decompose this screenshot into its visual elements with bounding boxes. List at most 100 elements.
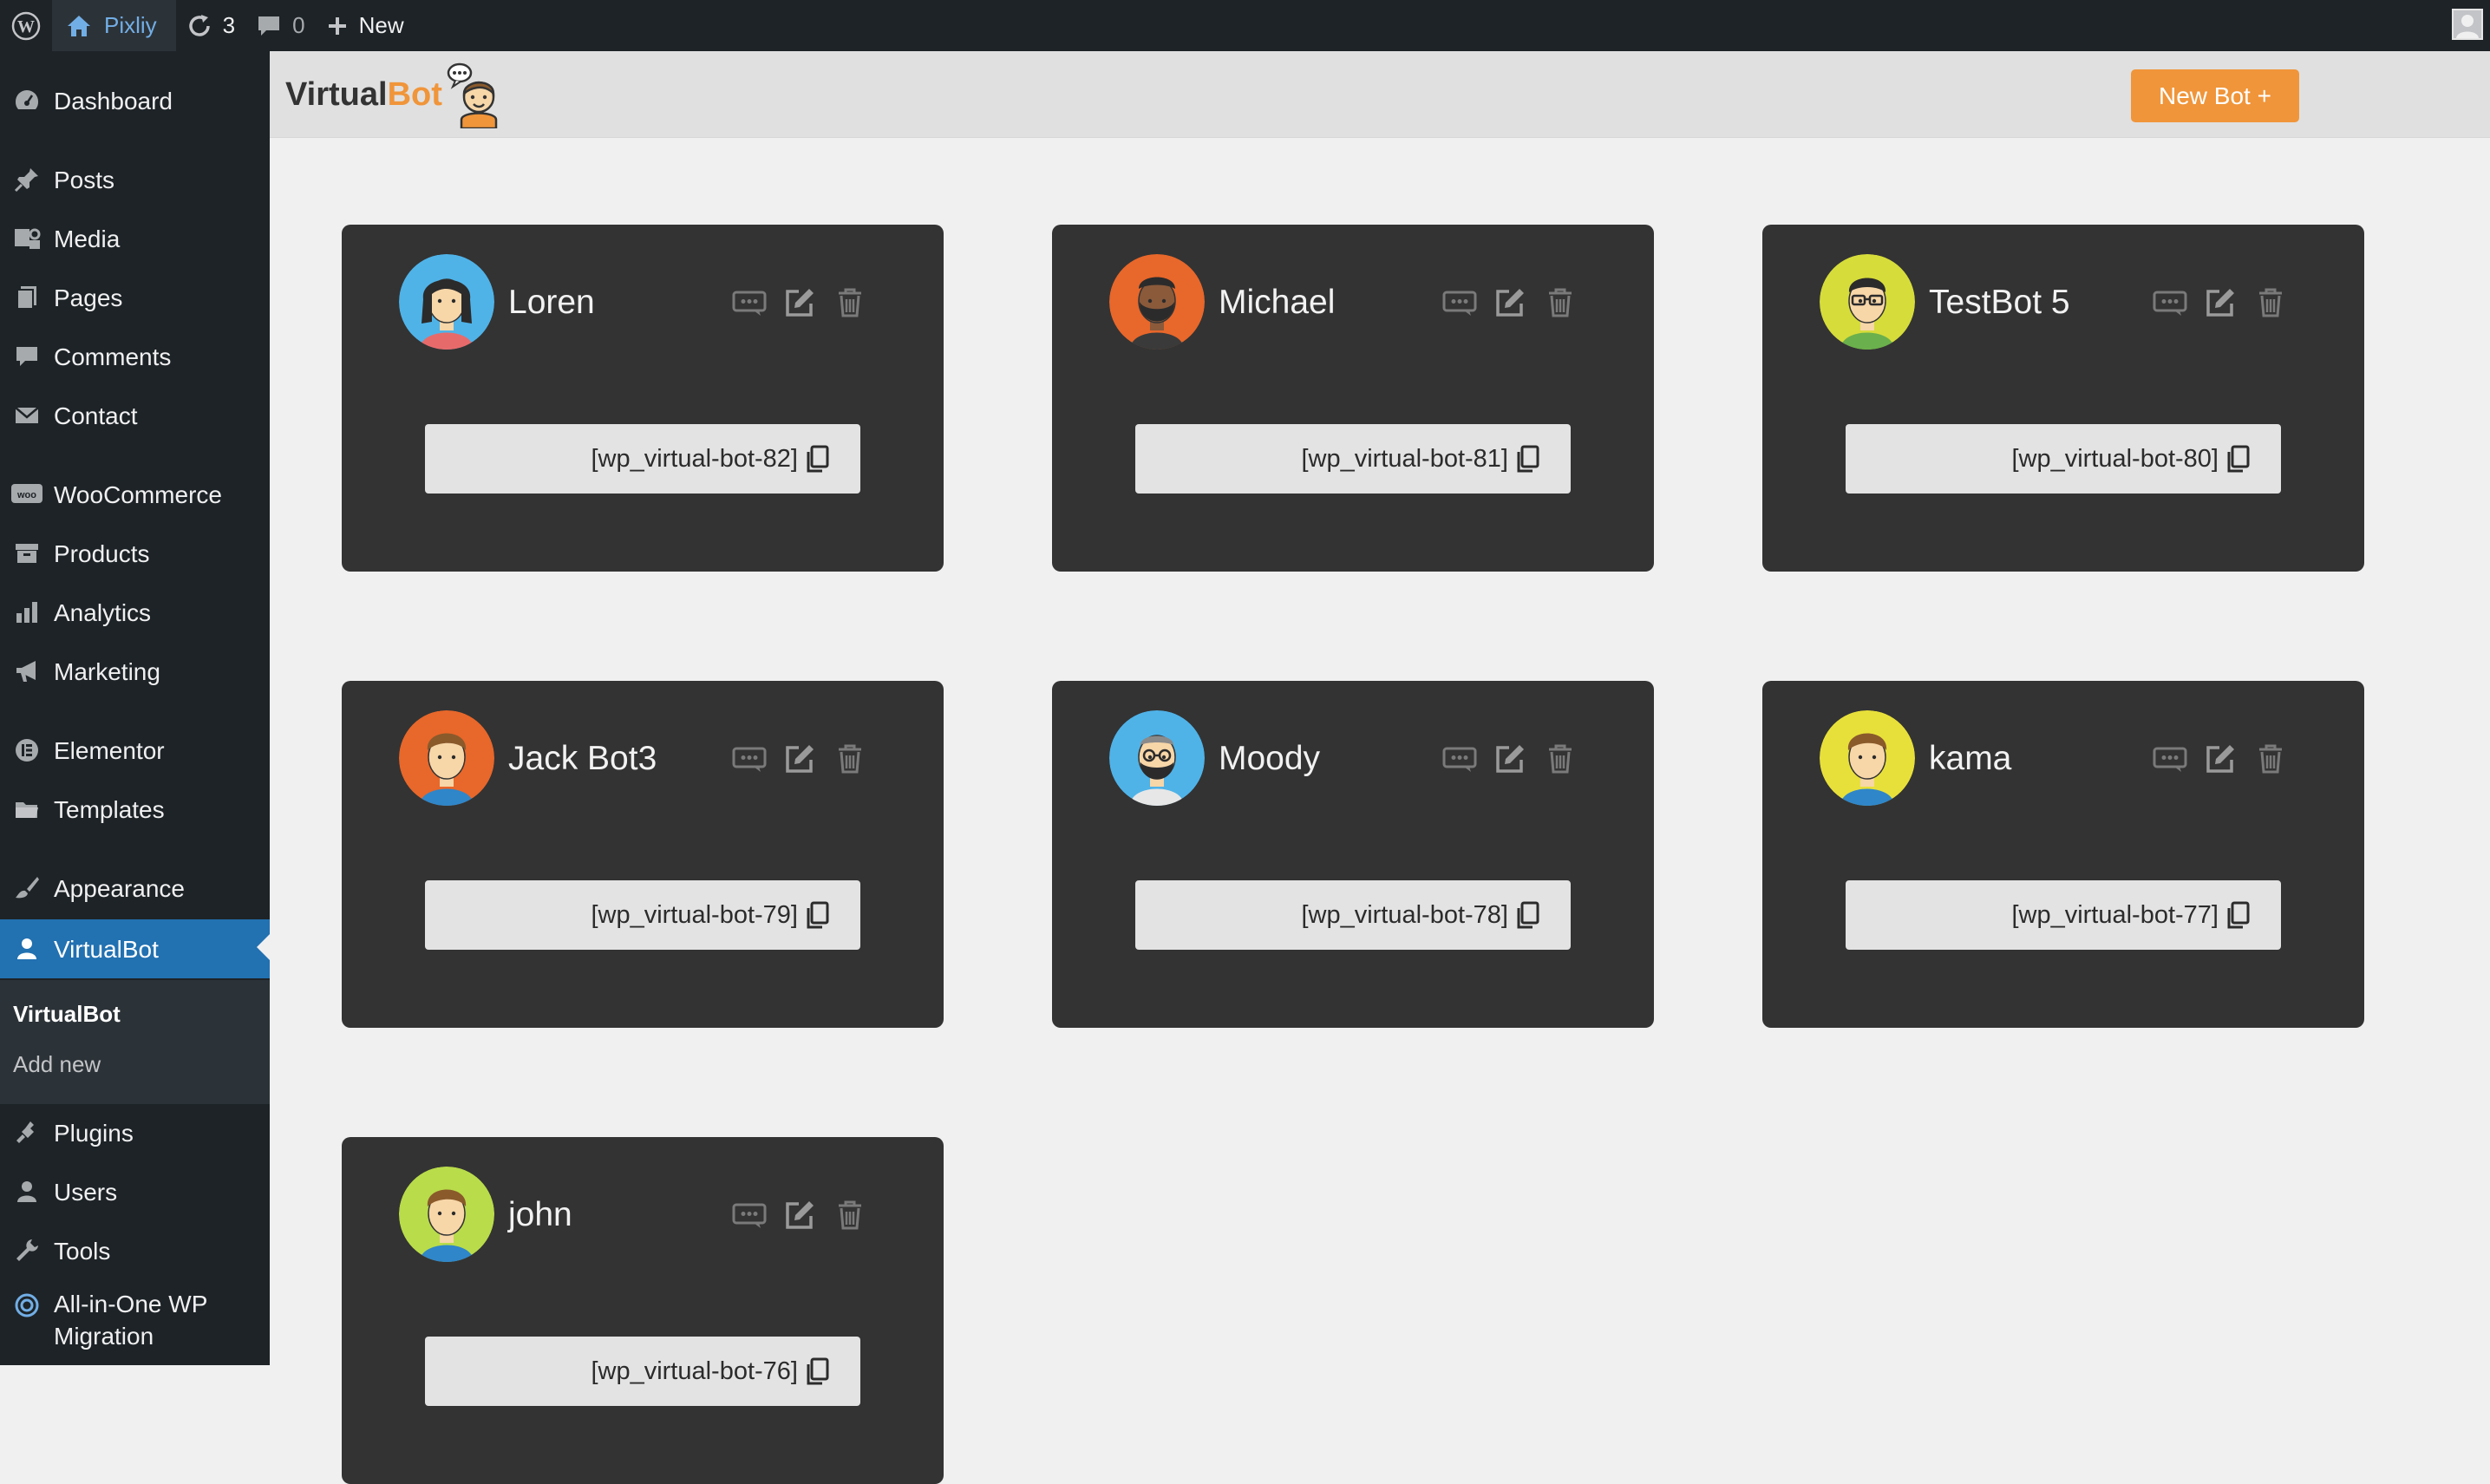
brush-icon <box>0 874 54 902</box>
menu-comments[interactable]: Comments <box>0 329 270 384</box>
shortcode-box: [wp_virtual-bot-81] <box>1135 424 1571 494</box>
migration-icon <box>0 1288 54 1319</box>
wrench-icon <box>0 1237 54 1265</box>
edit-icon[interactable] <box>1491 285 1529 320</box>
user-avatar[interactable] <box>2452 9 2483 40</box>
trash-icon[interactable] <box>831 742 869 776</box>
trash-icon[interactable] <box>2251 742 2290 776</box>
edit-icon[interactable] <box>781 742 819 776</box>
menu-contact[interactable]: Contact <box>0 388 270 443</box>
bot-card-6: kama [wp_virtual-bot-77] <box>1762 681 2364 1028</box>
menu-virtualbot[interactable]: VirtualBot <box>0 919 270 978</box>
menu-users[interactable]: Users <box>0 1164 270 1219</box>
plugin-icon <box>0 1119 54 1147</box>
shortcode-box: [wp_virtual-bot-77] <box>1846 880 2281 950</box>
comment-icon <box>258 16 280 36</box>
shortcode-text[interactable]: [wp_virtual-bot-78] <box>1135 901 1508 930</box>
bot-avatar <box>1109 710 1205 806</box>
virtualbot-submenu: VirtualBot Add new <box>0 980 270 1104</box>
trash-icon[interactable] <box>2251 285 2290 320</box>
copy-icon[interactable] <box>800 441 834 476</box>
menu-plugins[interactable]: Plugins <box>0 1105 270 1160</box>
copy-icon[interactable] <box>800 898 834 932</box>
edit-icon[interactable] <box>2201 742 2239 776</box>
chat-icon[interactable] <box>1441 285 1479 320</box>
edit-icon[interactable] <box>781 285 819 320</box>
bot-avatar <box>1820 254 1915 350</box>
trash-icon[interactable] <box>1541 285 1579 320</box>
menu-appearance[interactable]: Appearance <box>0 860 270 916</box>
bot-card-5: Moody [wp_virtual-bot-78] <box>1052 681 1654 1028</box>
menu-woocommerce[interactable]: woo WooCommerce <box>0 467 270 522</box>
plus-icon <box>328 16 346 35</box>
menu-analytics[interactable]: Analytics <box>0 585 270 640</box>
chat-icon[interactable] <box>730 742 768 776</box>
shortcode-text[interactable]: [wp_virtual-bot-77] <box>1846 901 2219 930</box>
trash-icon[interactable] <box>1541 742 1579 776</box>
bot-avatar <box>399 710 494 806</box>
edit-icon[interactable] <box>781 1198 819 1232</box>
menu-templates[interactable]: Templates <box>0 781 270 837</box>
wordpress-logo-icon[interactable]: W <box>0 0 52 51</box>
folder-icon <box>0 795 54 823</box>
updates-link[interactable]: 3 <box>176 0 245 51</box>
bot-actions <box>1441 742 1579 776</box>
bot-name: Michael <box>1219 284 1336 321</box>
submenu-virtualbot[interactable]: VirtualBot <box>13 1001 121 1028</box>
shortcode-box: [wp_virtual-bot-79] <box>425 880 860 950</box>
site-name-link[interactable]: Pixliy <box>52 0 176 51</box>
shortcode-box: [wp_virtual-bot-78] <box>1135 880 1571 950</box>
bot-actions <box>730 742 869 776</box>
shortcode-text[interactable]: [wp_virtual-bot-80] <box>1846 445 2219 474</box>
bot-name: TestBot 5 <box>1929 284 2070 321</box>
bot-card-3: TestBot 5 [wp_virtual-bot-80] <box>1762 225 2364 572</box>
comment-icon <box>0 343 54 370</box>
bot-card-7: john [wp_virtual-bot-76] <box>342 1137 944 1484</box>
chat-icon[interactable] <box>1441 742 1479 776</box>
edit-icon[interactable] <box>1491 742 1529 776</box>
edit-icon[interactable] <box>2201 285 2239 320</box>
chat-icon[interactable] <box>730 285 768 320</box>
shortcode-box: [wp_virtual-bot-80] <box>1846 424 2281 494</box>
bot-avatar <box>399 254 494 350</box>
bot-actions <box>2151 742 2290 776</box>
shortcode-text[interactable]: [wp_virtual-bot-79] <box>425 901 798 930</box>
copy-icon[interactable] <box>800 1354 834 1389</box>
menu-all-in-one-migration[interactable]: All-in-One WP Migration <box>0 1282 270 1357</box>
copy-icon[interactable] <box>1510 441 1545 476</box>
bot-card-2: Michael [wp_virtual-bot-81] <box>1052 225 1654 572</box>
shortcode-text[interactable]: [wp_virtual-bot-81] <box>1135 445 1508 474</box>
trash-icon[interactable] <box>831 285 869 320</box>
menu-products[interactable]: Products <box>0 526 270 581</box>
bot-avatar <box>1820 710 1915 806</box>
new-bot-button[interactable]: New Bot + <box>2131 69 2299 122</box>
bot-actions <box>730 1198 869 1232</box>
bot-name: kama <box>1929 740 2012 777</box>
chat-icon[interactable] <box>2151 285 2189 320</box>
shortcode-text[interactable]: [wp_virtual-bot-82] <box>425 445 798 474</box>
shortcode-box: [wp_virtual-bot-76] <box>425 1337 860 1406</box>
users-icon <box>0 1178 54 1206</box>
menu-pages[interactable]: Pages <box>0 270 270 325</box>
shortcode-text[interactable]: [wp_virtual-bot-76] <box>425 1357 798 1386</box>
submenu-add-new[interactable]: Add new <box>13 1051 101 1078</box>
menu-elementor[interactable]: Elementor <box>0 722 270 778</box>
updates-count: 3 <box>222 12 236 38</box>
woo-icon: woo <box>0 481 54 507</box>
comments-link[interactable]: 0 <box>245 0 315 51</box>
chat-icon[interactable] <box>730 1198 768 1232</box>
menu-marketing[interactable]: Marketing <box>0 644 270 699</box>
bot-name: Moody <box>1219 740 1321 777</box>
chat-icon[interactable] <box>2151 742 2189 776</box>
copy-icon[interactable] <box>2220 898 2255 932</box>
menu-media[interactable]: Media <box>0 211 270 266</box>
trash-icon[interactable] <box>831 1198 869 1232</box>
menu-tools[interactable]: Tools <box>0 1223 270 1278</box>
new-content-link[interactable]: New <box>316 0 415 51</box>
menu-posts[interactable]: Posts <box>0 152 270 207</box>
archive-icon <box>0 539 54 567</box>
bot-card-1: Loren [wp_virtual-bot-82] <box>342 225 944 572</box>
copy-icon[interactable] <box>1510 898 1545 932</box>
menu-dashboard[interactable]: Dashboard <box>0 73 270 128</box>
copy-icon[interactable] <box>2220 441 2255 476</box>
